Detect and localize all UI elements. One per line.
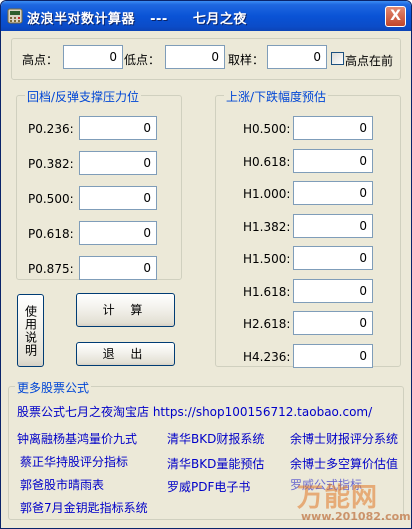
projection-row-label: H1.382: [243, 219, 291, 234]
title-bar[interactable]: 波浪半对数计算器 --- 七月之夜 X [1, 1, 411, 31]
link-bkd-report[interactable]: 清华BKD财报系统 [167, 430, 264, 447]
window-title: 波浪半对数计算器 --- 七月之夜 [27, 12, 247, 27]
high-first-label[interactable]: 高点在前 [345, 52, 393, 69]
projection-row-input[interactable]: 0 [293, 343, 373, 368]
projection-row-label: H1.500: [243, 252, 291, 266]
projection-row-input[interactable]: 0 [293, 116, 373, 140]
link-yu-report[interactable]: 余博士财报评分系统 [290, 430, 398, 447]
retrace-row-input[interactable]: 0 [79, 221, 157, 245]
more-title: 更多股票公式 [15, 379, 92, 396]
link-yu-valuation[interactable]: 余博士多空算价估值 [290, 455, 398, 472]
link-cai-score[interactable]: 蔡正华持股评分指标 [20, 453, 128, 470]
retrace-row-label: P0.236: [28, 122, 74, 136]
projection-group: 上涨/下跌幅度预估 H0.500: 0 H0.618: 0 H1.000: 0 H1.382… [215, 88, 401, 368]
projection-title: 上涨/下跌幅度预估 [224, 88, 329, 105]
calculator-window: 波浪半对数计算器 --- 七月之夜 X 高点： 0 低点： 0 取样： 0 高点… [0, 0, 412, 529]
retrace-row-label: P0.500: [28, 192, 74, 206]
retrace-row-input[interactable]: 0 [79, 151, 157, 175]
watermark-brand: 万能网 [297, 483, 379, 513]
retrace-row-label: P0.875: [28, 262, 74, 276]
sample-input[interactable]: 0 [267, 45, 327, 69]
close-button[interactable]: X [385, 6, 406, 27]
high-label: 高点： [22, 53, 59, 67]
link-luowei-pdf[interactable]: 罗威PDF电子书 [167, 478, 250, 495]
retrace-row-input[interactable]: 0 [79, 186, 157, 210]
projection-row-input[interactable]: 0 [293, 148, 373, 173]
link-guo-goldkey[interactable]: 郭爸7月金钥匙指标系统 [20, 499, 148, 516]
high-input[interactable]: 0 [63, 45, 123, 69]
link-bkd-volume[interactable]: 清华BKD量能预估 [167, 455, 264, 472]
projection-row-input[interactable]: 0 [293, 246, 373, 270]
close-icon: X [390, 8, 401, 24]
projection-row-input[interactable]: 0 [293, 311, 373, 335]
projection-row-label: H0.500: [243, 122, 291, 136]
projection-row-input[interactable]: 0 [293, 181, 373, 205]
calculate-button[interactable]: 计 算 [76, 293, 175, 327]
low-input[interactable]: 0 [165, 45, 225, 69]
watermark-url: www.201082.com [301, 510, 411, 523]
retrace-group: 回档/反弹支撑压力位 P0.236: 0 P0.382: 0 P0.500: 0 P0.61… [16, 88, 182, 280]
help-button[interactable]: 使用说明 [17, 294, 44, 367]
retrace-row-label: P0.618: [28, 227, 74, 241]
low-label: 低点： [124, 53, 161, 67]
retrace-row-input[interactable]: 0 [79, 256, 157, 280]
shop-link[interactable]: 股票公式七月之夜淘宝店 https://shop100156712.taobao… [17, 403, 372, 420]
link-guo-barometer[interactable]: 郭爸股市晴雨表 [20, 476, 104, 493]
retrace-row-label: P0.382: [28, 157, 74, 171]
high-first-checkbox[interactable] [331, 52, 344, 65]
sample-label: 取样： [228, 53, 265, 67]
projection-row-label: H0.618: [243, 154, 291, 169]
exit-button[interactable]: 退 出 [76, 342, 175, 366]
projection-row-input[interactable]: 0 [293, 278, 373, 303]
link-zhongli[interactable]: 钟离融杨基鸿量价九式 [17, 430, 137, 447]
retrace-title: 回档/反弹支撑压力位 [25, 88, 142, 105]
projection-row-label: H4.236: [243, 349, 291, 364]
app-icon [7, 8, 23, 24]
projection-row-input[interactable]: 0 [293, 213, 373, 238]
retrace-row-input[interactable]: 0 [79, 116, 157, 140]
projection-row-label: H1.618: [243, 284, 291, 299]
projection-row-label: H2.618: [243, 317, 291, 331]
projection-row-label: H1.000: [243, 187, 291, 201]
input-group: 高点： 0 低点： 0 取样： 0 高点在前 [11, 38, 401, 80]
